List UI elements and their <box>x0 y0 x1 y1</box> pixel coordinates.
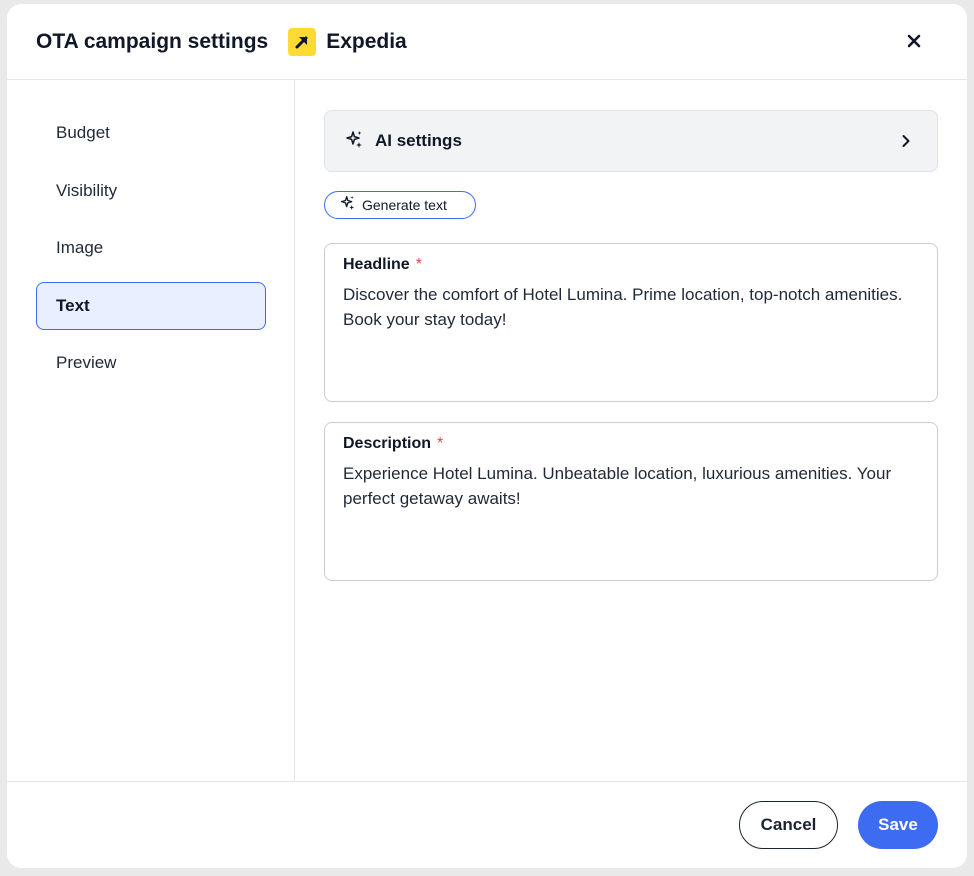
description-textarea[interactable]: Experience Hotel Lumina. Unbeatable loca… <box>343 461 919 511</box>
brand-name: Expedia <box>326 29 407 53</box>
description-label-row: Description * <box>343 435 919 453</box>
sidebar-item-label: Preview <box>56 353 117 372</box>
headline-field[interactable]: Headline * Discover the comfort of Hotel … <box>324 243 938 402</box>
sidebar-item-label: Text <box>56 295 90 315</box>
sparkle-icon <box>340 195 355 215</box>
description-field[interactable]: Description * Experience Hotel Lumina. Un… <box>324 422 938 581</box>
campaign-settings-dialog: OTA campaign settings Expedia Budget Vis… <box>7 4 967 868</box>
cancel-button[interactable]: Cancel <box>739 801 838 849</box>
sparkle-icon <box>345 130 363 153</box>
required-marker: * <box>437 435 444 452</box>
sidebar-item-image[interactable]: Image <box>36 224 266 272</box>
sidebar-item-label: Image <box>56 238 104 257</box>
sidebar-item-visibility[interactable]: Visibility <box>36 167 266 215</box>
sidebar-item-preview[interactable]: Preview <box>36 339 266 387</box>
generate-text-label: Generate text <box>362 197 447 213</box>
close-button[interactable] <box>901 30 927 56</box>
chevron-right-icon <box>899 132 913 150</box>
sidebar-item-budget[interactable]: Budget <box>36 109 266 157</box>
required-marker: * <box>415 256 422 273</box>
save-button[interactable]: Save <box>858 801 938 849</box>
description-label: Description <box>343 435 432 452</box>
sidebar-item-label: Visibility <box>56 180 118 200</box>
sidebar-item-text[interactable]: Text <box>36 281 266 330</box>
expedia-arrow-icon <box>288 27 317 56</box>
ai-settings-label: AI settings <box>375 131 462 150</box>
settings-sidebar: Budget Visibility Image Text Preview <box>7 80 295 781</box>
ai-settings-expander[interactable]: AI settings <box>324 110 938 172</box>
close-icon <box>906 33 922 54</box>
generate-text-button[interactable]: Generate text <box>324 191 476 219</box>
text-settings-panel: AI settings Generate text Headline * Dis… <box>296 80 967 781</box>
headline-textarea[interactable]: Discover the comfort of Hotel Lumina. Pr… <box>343 282 919 332</box>
headline-label-row: Headline * <box>343 256 919 274</box>
brand: Expedia <box>288 27 407 56</box>
dialog-header: OTA campaign settings Expedia <box>7 4 967 80</box>
dialog-title: OTA campaign settings <box>36 29 269 53</box>
headline-label: Headline <box>343 256 410 273</box>
sidebar-item-label: Budget <box>56 123 110 142</box>
dialog-footer: Cancel Save <box>7 781 967 868</box>
